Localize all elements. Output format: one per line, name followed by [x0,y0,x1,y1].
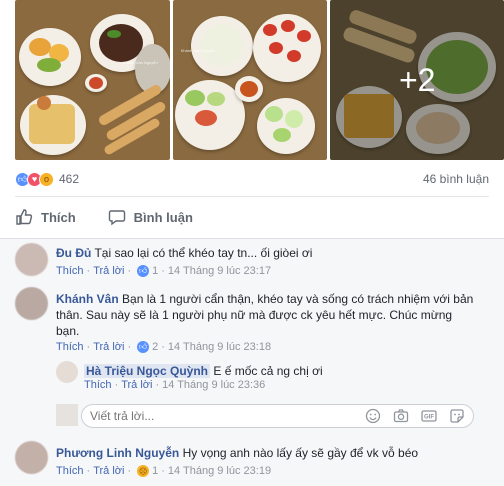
emoji-icon[interactable] [365,408,381,424]
comment-meta: Thích · Trả lời · ☹ 1 · 14 Tháng 9 lúc 2… [56,465,272,477]
like-button[interactable]: Thích [15,208,76,226]
comment-count[interactable]: 46 bình luận [423,172,489,186]
thumbs-up-icon [16,209,33,225]
reply-box[interactable]: GIF [81,404,474,428]
reaction-summary[interactable]: 👍︎ ♥ o 462 [15,171,80,187]
comments-section: Đu Đủ Tại sao lại có thể khéo tay tn... … [0,238,504,486]
comment-reply-link[interactable]: Trả lời [93,265,124,277]
comment-timestamp[interactable]: 14 Tháng 9 lúc 23:19 [168,465,271,477]
comment-timestamp[interactable]: 14 Tháng 9 lúc 23:17 [168,265,271,277]
wow-reaction-icon: o [39,171,54,187]
comment-text: Tại sao lại có thể khéo tay tn... ối giò… [94,246,313,260]
avatar[interactable] [15,441,48,474]
food-photo-2[interactable]: Khánh Vân Nguyễn [172,0,328,160]
food-photo-1[interactable]: Khánh Vân Nguyễn [15,0,170,160]
reaction-count: 462 [59,172,80,186]
comment-author[interactable]: Hà Triệu Ngọc Quỳnh [84,364,211,378]
sad-reaction-icon[interactable]: ☹ [137,465,150,477]
comment-like-link[interactable]: Thích [56,265,84,277]
reply-input[interactable] [90,409,340,423]
comment-item: Đu Đủ Tại sao lại có thể khéo tay tn... … [0,239,504,283]
photo-grid: Khánh Vân Nguyễn Khánh Vân Nguyễn +2 [0,0,504,160]
avatar[interactable] [15,243,48,276]
comment-timestamp[interactable]: 14 Tháng 9 lúc 23:18 [168,341,271,353]
comment-meta: Thích · Trả lời · 👍︎ 1 · 14 Tháng 9 lúc … [56,265,272,277]
current-user-avatar[interactable] [56,404,78,426]
like-button-label: Thích [41,209,76,225]
post-actions: Thích Bình luận [15,203,193,231]
more-photos-overlay[interactable]: +2 [330,0,504,160]
comment-author[interactable]: Đu Đủ [56,246,91,260]
camera-icon[interactable] [393,408,409,424]
comment-reply-link[interactable]: Trả lời [93,465,124,477]
gif-icon[interactable]: GIF [421,408,437,424]
divider [15,196,489,197]
food-photo-3[interactable]: +2 [330,0,504,160]
comment-item: Khánh Vân Bạn là 1 người cẩn thận, khéo … [0,285,504,355]
comment-timestamp[interactable]: 14 Tháng 9 lúc 23:36 [162,379,265,391]
comment-reaction-count: 2 [152,341,159,353]
comment-author[interactable]: Khánh Vân [56,292,119,306]
comment-reply-link[interactable]: Trả lời [121,379,152,391]
comment-reaction-count: 1 [152,265,159,277]
comment-reaction-count: 1 [152,465,159,477]
post-stats: 👍︎ ♥ o 462 46 bình luận [15,168,489,190]
avatar[interactable] [56,361,78,383]
comment-meta: Thích · Trả lời · 14 Tháng 9 lúc 23:36 [84,379,266,391]
comment-like-link[interactable]: Thích [56,341,84,353]
comment-item: Phương Linh Nguyễn Hy vọng anh nào lấy ấ… [0,439,504,485]
comment-button[interactable]: Bình luận [108,208,193,226]
comment-like-link[interactable]: Thích [84,379,112,391]
reply-item: Hà Triệu Ngọc Quỳnh E ế mốc cả ng chị ơi… [0,357,504,401]
comment-meta: Thích · Trả lời · 👍︎ 2 · 14 Tháng 9 lúc … [56,341,272,353]
comment-author[interactable]: Phương Linh Nguyễn [56,446,179,460]
comment-icon [108,210,125,226]
comment-like-link[interactable]: Thích [56,465,84,477]
comment-text: Bạn là 1 người cẩn thận, khéo tay và sốn… [56,292,474,338]
comment-text: Hy vọng anh nào lấy ấy sẽ gầy để vk vỗ b… [182,446,419,460]
svg-text:GIF: GIF [424,414,434,420]
avatar[interactable] [15,287,48,320]
comment-button-label: Bình luận [133,209,193,225]
sticker-icon[interactable] [449,408,465,424]
comment-reply-link[interactable]: Trả lời [93,341,124,353]
more-photos-count: +2 [398,61,436,98]
like-badge-icon[interactable]: 👍︎ [137,341,150,353]
comment-text: E ế mốc cả ng chị ơi [213,364,323,378]
like-badge-icon[interactable]: 👍︎ [137,265,150,277]
